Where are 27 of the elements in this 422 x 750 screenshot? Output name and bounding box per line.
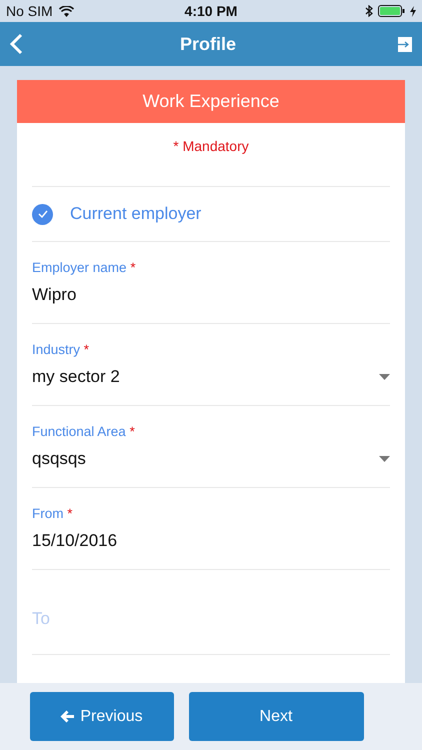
field-label: Functional Area * [32,424,135,439]
input-field[interactable]: Wipro [32,285,332,305]
bluetooth-icon [365,5,374,17]
dropdown-icon[interactable] [379,374,390,380]
select-field[interactable]: qsqsqs [32,449,332,469]
field-label: Industry * [32,342,90,357]
wifi-icon [58,6,74,16]
input-field[interactable]: 15/10/2016 [32,531,332,551]
checkbox-label: Current employer [70,204,202,224]
check-icon [38,210,48,218]
mandatory-note: * Mandatory [173,138,249,154]
back-icon[interactable] [10,33,23,55]
next-button[interactable]: Next [188,692,364,741]
battery-icon [378,5,406,17]
checkbox[interactable] [32,204,53,224]
dropdown-icon[interactable] [379,456,390,462]
card-header: Work Experience [17,80,405,123]
select-field[interactable]: my sector 2 [32,367,332,387]
input-field[interactable]: To [32,609,332,629]
carrier-text: No SIM [6,3,53,19]
previous-button[interactable]: Previous [30,692,174,741]
charging-icon [410,6,416,16]
clock-text: 4:10 PM [184,3,238,19]
page-title: Profile [178,34,237,54]
field-label: Employer name * [32,260,136,275]
left-arrow-icon [60,710,74,723]
field-label: From * [32,506,73,521]
